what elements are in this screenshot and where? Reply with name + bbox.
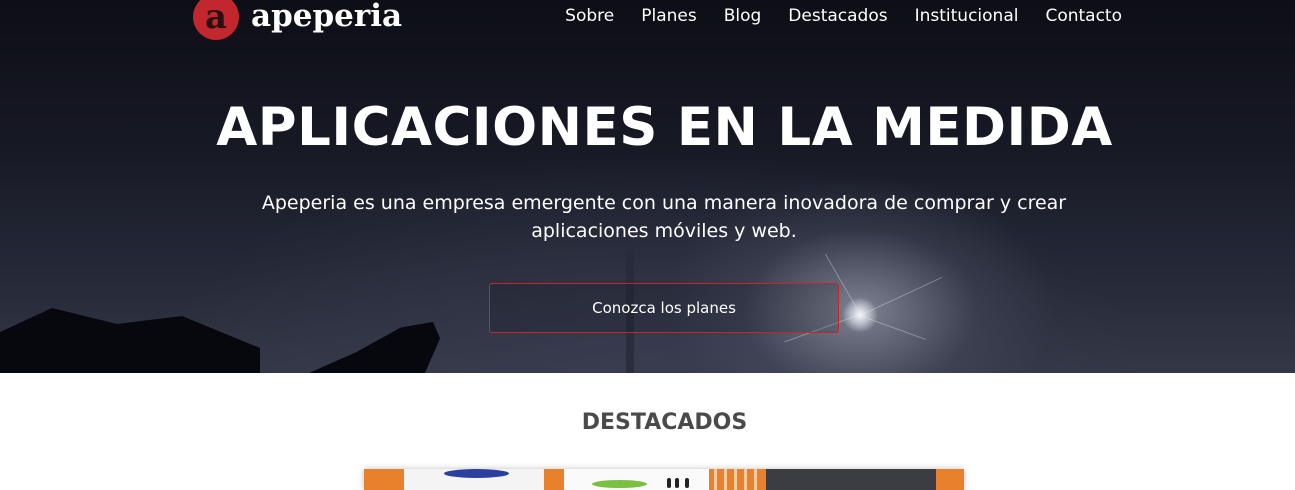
hero-title: APLICACIONES EN LA MEDIDA [216,97,1113,158]
view-plans-button[interactable]: Conozca los planes [489,283,839,333]
top-navbar: a apeperia Sobre Planes Blog Destacados … [0,0,1295,40]
nav-link-contacto[interactable]: Contacto [1045,6,1122,26]
flare-ray [860,276,942,316]
featured-item-image[interactable] [364,469,964,490]
brand-logo-icon[interactable]: a [193,0,239,40]
featured-image-brush [685,478,689,488]
featured-image-brush [667,478,671,488]
brand[interactable]: a apeperia [193,0,402,40]
featured-image-brush [675,478,679,488]
hero-lead-text: Apeperia es una empresa emergente con un… [261,192,1067,242]
nav-link-sobre[interactable]: Sobre [565,6,614,26]
featured-image-stripe [714,469,717,490]
featured-image-stripe [734,469,737,490]
brand-logo-letter: a [204,0,228,37]
nav-link-blog[interactable]: Blog [724,6,762,26]
featured-image-stripe [754,469,757,490]
featured-section-title: DESTACADOS [581,410,748,435]
featured-image-stripe [724,469,727,490]
nav-menu: Sobre Planes Blog Destacados Institucion… [538,6,1122,26]
nav-link-planes[interactable]: Planes [641,6,696,26]
featured-image-stripe [744,469,747,490]
featured-image-paint-green [592,480,647,488]
brand-name[interactable]: apeperia [251,0,402,34]
featured-image-dark-panel [766,469,936,490]
nav-link-destacados[interactable]: Destacados [788,6,887,26]
featured-image-paint-blue [444,469,509,478]
hero-section: a apeperia Sobre Planes Blog Destacados … [0,0,1295,373]
hero-silhouette-left [0,308,260,373]
nav-link-institucional[interactable]: Institucional [915,6,1019,26]
hero-silhouette-structure [300,322,440,373]
